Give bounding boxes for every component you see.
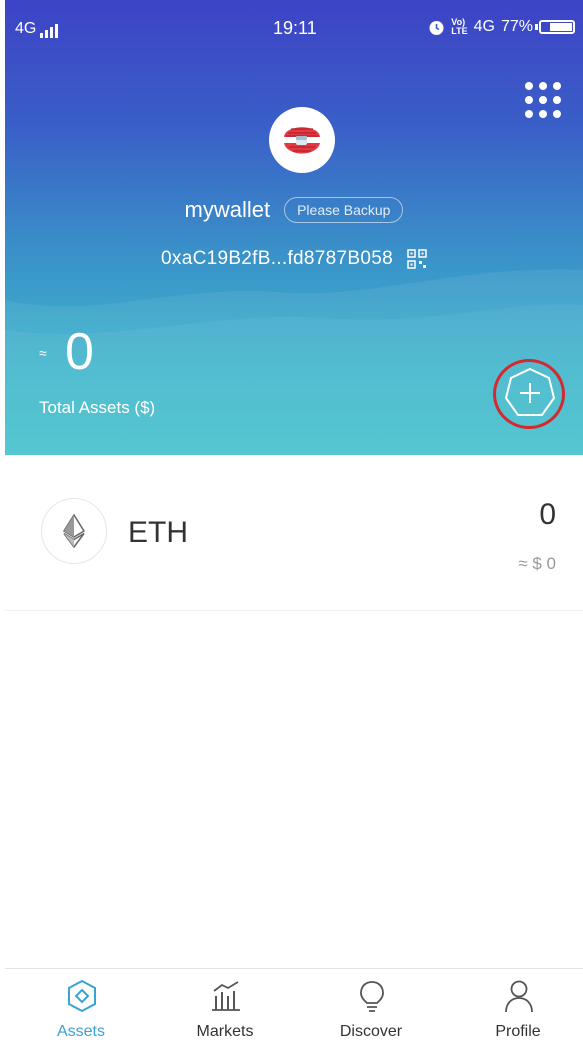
token-fiat-value: ≈ $ 0 bbox=[518, 554, 556, 573]
status-right: Vo) LTE 4G 77% bbox=[428, 18, 575, 36]
profile-icon bbox=[505, 980, 533, 1013]
battery-percent: 77% bbox=[500, 18, 533, 35]
battery-fill bbox=[550, 23, 572, 31]
tab-profile[interactable]: Profile bbox=[458, 969, 578, 1043]
wallet-header: 4G 19:11 Vo) LTE 4G 77% mywallet Please … bbox=[5, 0, 583, 455]
tab-label: Markets bbox=[196, 1023, 254, 1040]
signal-icon bbox=[40, 24, 59, 38]
status-time: 19:11 bbox=[273, 18, 317, 38]
tab-discover[interactable]: Discover bbox=[311, 969, 431, 1043]
network-right-label: 4G bbox=[473, 18, 495, 35]
qr-code-icon[interactable] bbox=[407, 249, 427, 269]
approx-symbol: ≈ bbox=[39, 345, 47, 361]
alarm-icon bbox=[429, 20, 444, 35]
clam-avatar-icon bbox=[284, 127, 320, 154]
tab-label: Discover bbox=[339, 1023, 403, 1040]
volte-bottom: LTE bbox=[451, 26, 468, 36]
backup-button[interactable]: Please Backup bbox=[284, 197, 404, 223]
status-bar: 4G 19:11 Vo) LTE 4G 77% bbox=[5, 0, 583, 58]
lightbulb-icon bbox=[360, 981, 384, 1012]
volte-icon: Vo) LTE bbox=[451, 18, 467, 36]
avatar[interactable] bbox=[269, 107, 335, 173]
total-assets-label: Total Assets ($) bbox=[39, 398, 156, 417]
address-row: 0xaC19B2fB...fd8787B058 bbox=[5, 248, 583, 270]
tab-label: Profile bbox=[495, 1023, 541, 1040]
assets-icon bbox=[68, 979, 96, 1013]
token-amount: 0 bbox=[539, 498, 556, 531]
wallet-name: mywallet bbox=[184, 197, 271, 222]
wallet-address[interactable]: 0xaC19B2fB...fd8787B058 bbox=[161, 248, 393, 270]
total-assets-value: 0 bbox=[65, 323, 94, 381]
battery-icon bbox=[535, 20, 575, 34]
asset-row-eth[interactable]: ETH 0 ≈ $ 0 bbox=[5, 470, 583, 611]
tab-label: Assets bbox=[56, 1023, 105, 1040]
tab-assets[interactable]: Assets bbox=[21, 969, 141, 1043]
wallet-name-row: mywallet Please Backup bbox=[5, 197, 583, 223]
grid-menu-icon[interactable] bbox=[525, 82, 563, 118]
tab-markets[interactable]: Markets bbox=[165, 969, 285, 1043]
token-icon bbox=[41, 498, 107, 564]
ethereum-icon bbox=[63, 514, 85, 548]
network-label: 4G bbox=[15, 20, 37, 37]
token-symbol: ETH bbox=[128, 516, 188, 549]
markets-icon bbox=[212, 981, 240, 1011]
status-left: 4G bbox=[15, 20, 59, 38]
highlight-annotation-circle bbox=[493, 359, 565, 429]
bottom-tab-bar: Assets Markets Discover Profile bbox=[5, 968, 583, 1043]
